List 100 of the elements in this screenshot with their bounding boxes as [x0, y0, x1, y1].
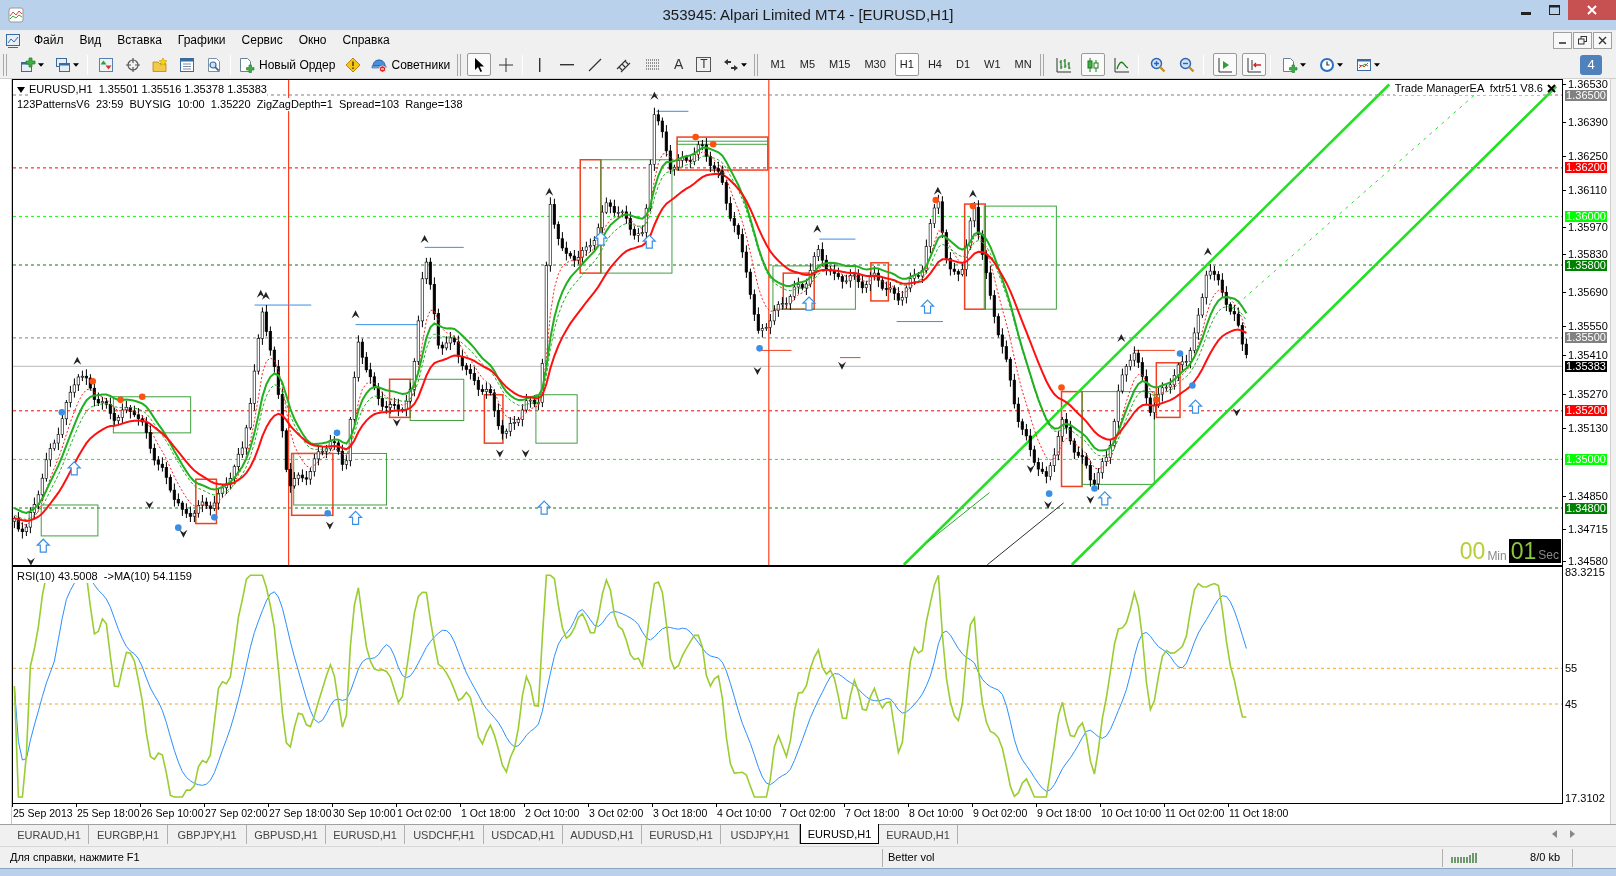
cursor-button[interactable] — [467, 53, 492, 76]
timeframe-button[interactable]: H1 — [894, 53, 919, 76]
chart-tab[interactable]: AUDUSD,H1 — [563, 825, 642, 844]
dotted-lines-icon — [645, 56, 662, 73]
price-level-tag: 1.35800 — [1565, 259, 1607, 271]
up-down-arrows-icon — [98, 56, 114, 73]
warning-diamond-icon — [345, 56, 362, 73]
messages-button[interactable]: 4 — [1580, 54, 1602, 75]
menu-item[interactable]: Вставка — [109, 31, 170, 50]
price-axis-label: 1.36530 — [1568, 79, 1608, 89]
chart-tab[interactable]: GBPJPY,H1 — [168, 825, 247, 844]
candlestick-button[interactable] — [1080, 53, 1105, 76]
time-axis-label: 11 Oct 18:00 — [1229, 807, 1289, 819]
chart-tab[interactable]: EURUSD,H1 — [326, 825, 405, 844]
diagonal-line-icon — [587, 56, 604, 73]
cap-stop-icon — [371, 56, 388, 73]
price-axis-label: 1.35550 — [1568, 320, 1608, 331]
caret-icon — [741, 62, 748, 67]
auto-scroll-button[interactable] — [1241, 53, 1266, 76]
price-axis-label: 1.35830 — [1568, 249, 1608, 259]
chart-shift-icon — [1216, 56, 1233, 73]
window-title: 353945: Alpari Limited MT4 - [EURUSD,H1] — [662, 6, 954, 23]
maximize-icon — [1548, 5, 1560, 15]
rsi-axis-label: 17.3102 — [1565, 792, 1605, 804]
chart-tab[interactable]: EURAUD,H1 — [879, 825, 958, 844]
clock-icon — [1318, 56, 1335, 73]
time-axis-label: 2 Oct 10:00 — [525, 807, 580, 819]
chart-tab[interactable]: USDCHF,H1 — [405, 825, 484, 844]
timeframe-button[interactable]: M5 — [794, 53, 820, 76]
mdi-minimize-button[interactable] — [1553, 32, 1572, 49]
vertical-line-icon — [539, 57, 542, 72]
window-plus-icon — [20, 56, 36, 73]
chart-app-icon — [8, 7, 24, 23]
bar-chart-icon — [1055, 56, 1072, 73]
timeframe-button[interactable]: M30 — [859, 53, 891, 76]
price-axis-label: 1.36250 — [1568, 150, 1608, 161]
crosshair-icon — [498, 56, 515, 73]
zoom-in-icon — [1149, 56, 1166, 73]
price-axis-label: 1.34715 — [1568, 523, 1608, 534]
scroll-right-button[interactable] — [1570, 830, 1576, 838]
horizontal-line-icon — [560, 63, 575, 66]
close-icon — [1587, 5, 1597, 15]
crosshair-icon — [125, 56, 141, 73]
line-chart-icon — [1113, 56, 1130, 73]
price-level-tag: 1.35500 — [1565, 332, 1607, 344]
price-axis-label: 1.35410 — [1568, 350, 1608, 361]
time-axis-label: 1 Oct 18:00 — [461, 807, 516, 819]
chart-template-icon — [1355, 56, 1372, 73]
time-axis-label: 11 Oct 02:00 — [1165, 807, 1225, 819]
price-level-tag: 1.35000 — [1565, 453, 1607, 465]
text-tool-button[interactable]: A — [669, 53, 689, 76]
time-axis-label: 27 Sep 02:00 — [205, 807, 268, 819]
chart-tab[interactable]: EURAUD,H1 — [10, 825, 89, 844]
rsi-axis-label: 45 — [1565, 698, 1578, 710]
timeframe-button[interactable]: H4 — [922, 53, 947, 76]
timeframe-button[interactable]: W1 — [979, 53, 1006, 76]
menu-item[interactable]: Окно — [290, 31, 335, 50]
price-axis-label: 1.35970 — [1568, 222, 1608, 233]
price-axis-label: 1.35270 — [1568, 388, 1608, 399]
windows-icon — [55, 56, 71, 73]
menu-item[interactable]: Сервис — [233, 31, 291, 50]
minimize-icon — [1521, 11, 1531, 15]
close-icon — [1598, 36, 1607, 45]
chart-tab[interactable]: EURGBP,H1 — [89, 825, 168, 844]
menu-item[interactable]: Графики — [169, 31, 234, 50]
close-button[interactable] — [1568, 0, 1616, 20]
text-label-button[interactable]: T — [696, 57, 712, 72]
menu-item[interactable]: Файл — [26, 31, 72, 50]
time-axis-label: 26 Sep 10:00 — [141, 807, 204, 819]
chart-tab[interactable]: EURUSD,H1 — [800, 824, 879, 844]
price-level-tag: 1.34800 — [1565, 502, 1607, 514]
mdi-close-button[interactable] — [1593, 32, 1612, 49]
caret-icon — [1299, 62, 1306, 67]
timeframe-button[interactable]: D1 — [950, 53, 975, 76]
chart-tab[interactable]: GBPUSD,H1 — [247, 825, 326, 844]
mdi-restore-button[interactable] — [1573, 32, 1592, 49]
time-axis-label: 25 Sep 2013 — [13, 807, 73, 819]
arrows-icon — [723, 56, 740, 73]
price-level-tag: 1.35200 — [1565, 405, 1607, 417]
status-help-text: Для справки, нажмите F1 — [10, 850, 140, 866]
time-axis-label: 9 Oct 02:00 — [973, 807, 1028, 819]
menu-item[interactable]: Вид — [71, 31, 110, 50]
price-level-tag: 1.36000 — [1565, 210, 1607, 222]
chart-window-icon[interactable] — [5, 32, 21, 49]
signal-bars-icon — [1451, 852, 1477, 863]
price-level-tag: 1.36500 — [1565, 89, 1607, 101]
timeframe-button[interactable]: MN — [1009, 53, 1037, 76]
scroll-left-button[interactable] — [1552, 830, 1558, 838]
chart-tab[interactable]: EURUSD,H1 — [642, 825, 721, 844]
triangle-right-icon — [1570, 830, 1575, 838]
timeframe-button[interactable]: M15 — [824, 53, 856, 76]
chart-tab[interactable]: USDCAD,H1 — [484, 825, 563, 844]
experts-button[interactable]: Советники — [367, 53, 455, 76]
magnifier-document-icon — [206, 56, 222, 73]
triangle-left-icon — [1552, 830, 1557, 838]
menu-item[interactable]: Справка — [334, 31, 398, 50]
new-order-button[interactable]: Новый Ордер — [235, 53, 340, 76]
chart-shift-button[interactable] — [1212, 53, 1237, 76]
price-axis-label: 1.35130 — [1568, 422, 1608, 433]
timeframe-button[interactable]: M1 — [765, 53, 791, 76]
